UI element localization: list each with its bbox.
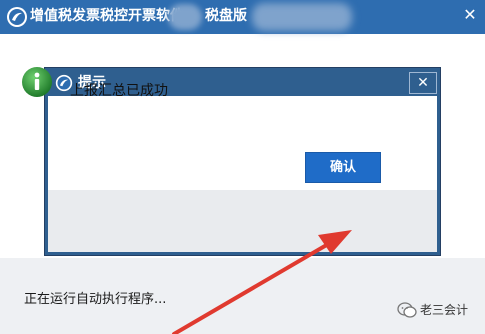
confirm-button[interactable]: 确认 (305, 152, 381, 183)
dialog-close-button[interactable]: ✕ (409, 72, 437, 94)
redacted-region (168, 4, 202, 30)
window-close-button[interactable]: ✕ (462, 6, 478, 24)
window-title: 增值税发票税控开票软件 (30, 8, 184, 24)
main-titlebar: 增值税发票税控开票软件 税盘版 ✕ (0, 0, 485, 34)
redacted-region (252, 3, 352, 31)
dialog-footer (48, 190, 437, 252)
wechat-icon (397, 302, 417, 318)
app-logo-icon (7, 7, 27, 27)
info-icon (22, 67, 52, 97)
dialog-message: 上报汇总已成功 (70, 83, 168, 99)
window-title-suffix: 税盘版 (205, 8, 247, 24)
status-text: 正在运行自动执行程序... (24, 292, 167, 307)
watermark-text: 老三会计 (420, 303, 469, 317)
